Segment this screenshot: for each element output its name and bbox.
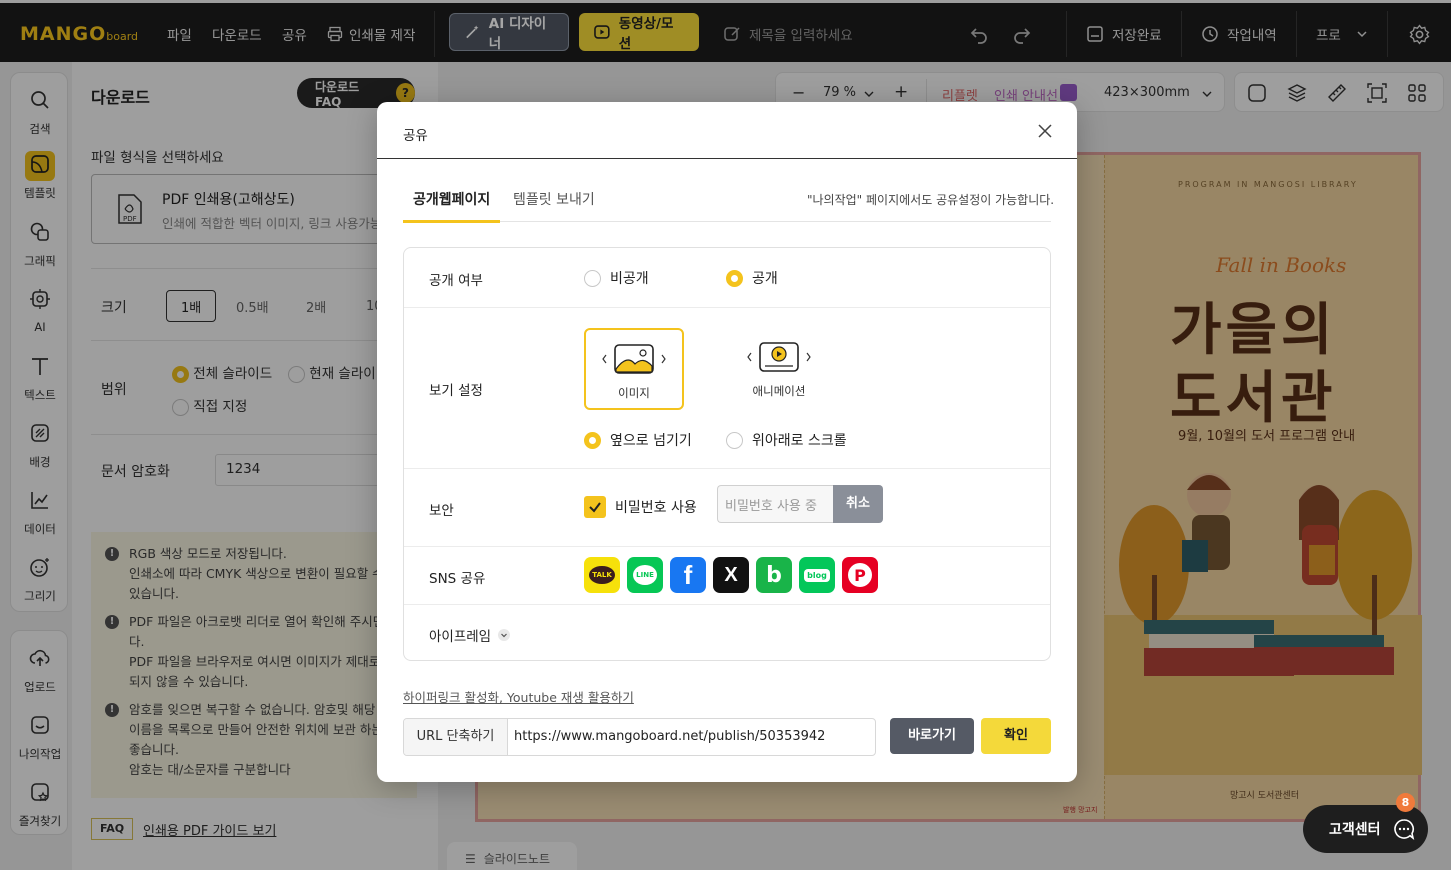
kakaotalk-share-icon[interactable]: TALK — [584, 557, 620, 593]
check-icon — [589, 502, 601, 513]
video-carousel-icon — [747, 342, 811, 372]
radio-selected — [584, 431, 601, 449]
chat-bubble-icon — [1393, 819, 1414, 840]
share-password-input[interactable]: 비밀번호 사용 중 — [717, 485, 833, 523]
tab-send-template[interactable]: 템플릿 보내기 — [513, 189, 595, 209]
sns-row: SNS 공유 TALK LINE f X b blog P — [404, 547, 1050, 605]
close-icon[interactable] — [1034, 120, 1056, 142]
notification-badge: 8 — [1396, 793, 1415, 812]
radio-unselected — [726, 431, 743, 449]
modal-header: 공유 — [377, 102, 1077, 159]
radio-selected — [726, 269, 743, 287]
url-field: URL 단축하기 https://www.mangoboard.net/publ… — [403, 718, 876, 756]
public-option[interactable]: 공개 — [726, 268, 778, 288]
view-setting-row: 보기 설정 이미지 애니메이션 옆으로 넘기기 위아래로 스크롤 — [404, 308, 1050, 469]
url-shorten-button[interactable]: URL 단축하기 — [404, 719, 508, 755]
iframe-toggle[interactable]: 아이프레임 — [429, 625, 511, 645]
facebook-share-icon[interactable]: f — [670, 557, 706, 593]
tab-public-webpage[interactable]: 공개웹페이지 — [413, 189, 490, 209]
tab-note: "나의작업" 페이지에서도 공유설정이 가능합니다. — [807, 193, 1055, 207]
view-setting-label: 보기 설정 — [429, 383, 483, 399]
view-image-card[interactable]: 이미지 — [584, 328, 684, 410]
customer-center-button[interactable]: 고객센터 — [1303, 805, 1428, 853]
visibility-row: 공개 여부 비공개 공개 — [404, 248, 1050, 308]
share-url-input[interactable]: https://www.mangoboard.net/publish/50353… — [514, 719, 825, 755]
naver-blog-share-icon[interactable]: blog — [799, 557, 835, 593]
use-password-option[interactable]: 비밀번호 사용 — [584, 496, 697, 518]
private-option[interactable]: 비공개 — [584, 268, 649, 288]
view-animation-card[interactable]: 애니메이션 — [729, 328, 829, 410]
chevron-down-circle-icon — [498, 629, 511, 641]
band-share-icon[interactable]: b — [756, 557, 792, 593]
confirm-button[interactable]: 확인 — [981, 718, 1051, 754]
go-to-url-button[interactable]: 바로가기 — [890, 718, 974, 754]
pinterest-share-icon[interactable]: P — [842, 557, 878, 593]
scroll-horizontal-option[interactable]: 옆으로 넘기기 — [584, 430, 692, 450]
x-share-icon[interactable]: X — [713, 557, 749, 593]
active-tab-indicator — [403, 220, 500, 223]
share-settings-box: 공개 여부 비공개 공개 보기 설정 이미지 애니메이션 옆으로 넘기기 위아래… — [403, 247, 1051, 661]
password-cancel-button[interactable]: 취소 — [833, 485, 883, 523]
image-carousel-icon — [602, 344, 666, 374]
toolbar-overlay — [0, 0, 1451, 62]
radio-unselected — [584, 269, 601, 287]
checkbox-checked — [584, 496, 606, 518]
iframe-row[interactable]: 아이프레임 — [404, 605, 1050, 660]
hyperlink-help-link[interactable]: 하이퍼링크 활성화, Youtube 재생 활용하기 — [403, 687, 634, 706]
security-row: 보안 비밀번호 사용 비밀번호 사용 중 취소 — [404, 469, 1050, 547]
visibility-label: 공개 여부 — [429, 273, 483, 289]
modal-title: 공유 — [403, 128, 428, 144]
line-share-icon[interactable]: LINE — [627, 557, 663, 593]
security-label: 보안 — [429, 503, 454, 519]
scroll-vertical-option[interactable]: 위아래로 스크롤 — [726, 430, 847, 450]
sns-label: SNS 공유 — [429, 571, 486, 587]
share-modal: 공유 공개웹페이지 템플릿 보내기 "나의작업" 페이지에서도 공유설정이 가능… — [377, 102, 1077, 782]
